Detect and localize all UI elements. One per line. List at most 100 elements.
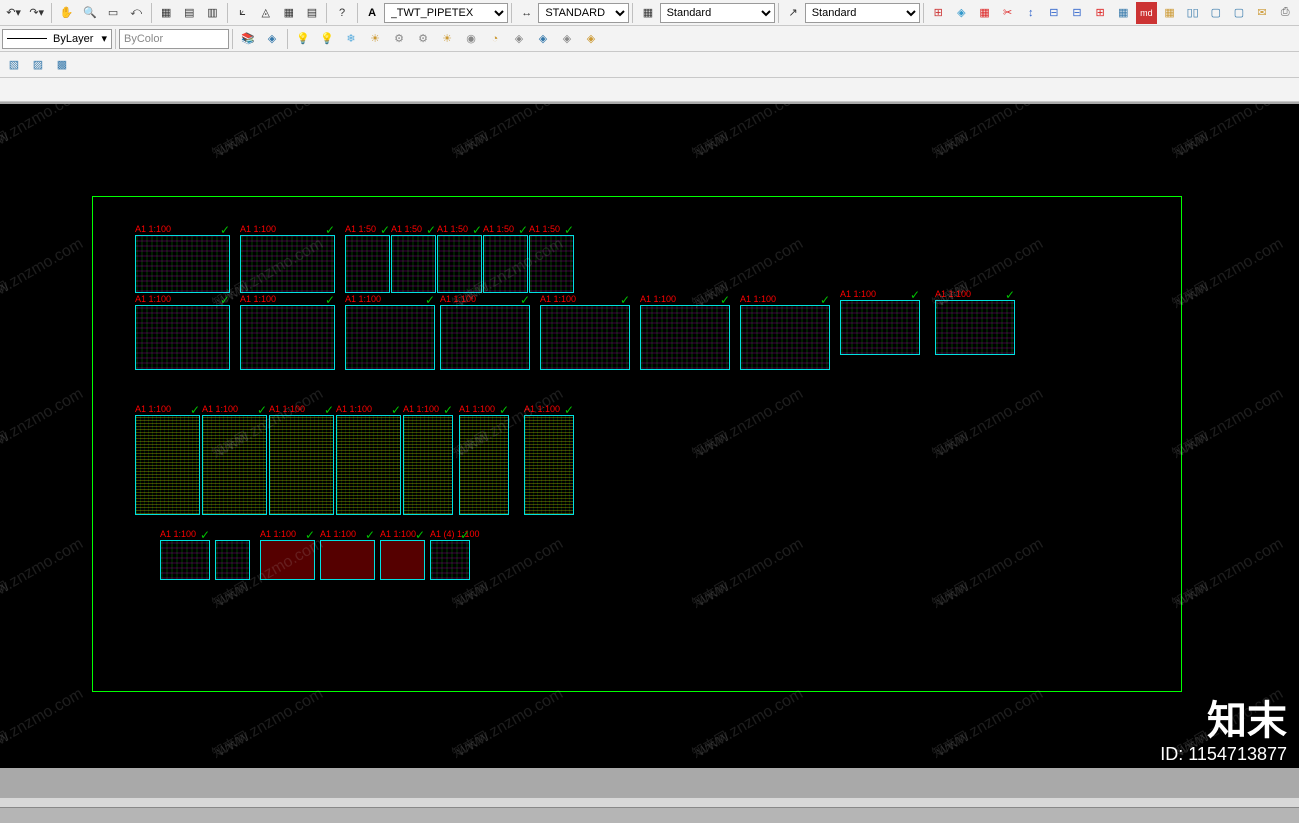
drawing-thumbnail[interactable] [240,305,335,370]
drawing-scale-label: A1 1:50 [345,224,376,234]
drawing-thumbnail[interactable] [135,305,230,370]
calc-icon[interactable]: ▦ [278,2,299,24]
watermark-brand: 知末网 [0,576,11,612]
drawing-thumbnail[interactable] [640,305,730,370]
layer-iso-icon[interactable]: ☀ [436,28,458,50]
lineweight-select[interactable]: ByLayer ▾ [2,29,112,49]
drawing-thumbnail[interactable] [459,415,509,515]
drawing-thumbnail[interactable] [320,540,375,580]
color-select[interactable]: ByColor [119,29,229,49]
layer-prev-icon[interactable]: ◔ [484,28,506,50]
drawing-thumbnail[interactable] [483,235,528,293]
pan-icon[interactable]: ✋ [56,2,77,24]
drawing-scale-label: A1 1:100 [524,404,560,414]
t14-icon[interactable]: ▢ [1228,2,1249,24]
dimstyle-icon[interactable]: ↔ [516,2,537,24]
model-space-canvas[interactable]: A1 1:100✓A1 1:100✓A1 1:50✓A1 1:50✓A1 1:5… [0,104,1299,768]
undo-dropdown-icon[interactable]: ↶▾ [3,2,24,24]
t10-icon[interactable]: md [1136,2,1157,24]
t13-icon[interactable]: ▢ [1205,2,1226,24]
layer-walk-icon[interactable]: ◈ [508,28,530,50]
t5-icon[interactable]: ↕ [1020,2,1041,24]
props-icon[interactable]: ▦ [156,2,177,24]
dimstyle-select[interactable]: STANDARD [538,3,629,23]
toolpalettes-icon[interactable]: ▥ [202,2,223,24]
layer-merge-icon[interactable]: ◈ [532,28,554,50]
help-icon[interactable]: ? [331,2,352,24]
layer-off-icon[interactable]: 💡 [316,28,338,50]
redo-dropdown-icon[interactable]: ↷▾ [26,2,47,24]
group-edit-icon[interactable]: ▨ [27,54,49,76]
tablestyle-select[interactable]: Standard [660,3,775,23]
t4-icon[interactable]: ✂ [997,2,1018,24]
toolbar-blank [0,78,1299,102]
check-icon: ✓ [380,223,390,237]
drawing-thumbnail[interactable] [391,235,436,293]
drawing-thumbnail[interactable] [135,235,230,293]
drawing-thumbnail[interactable] [160,540,210,580]
watermark-brand: 知末网 [688,126,731,162]
drawing-thumbnail[interactable] [403,415,453,515]
measure-icon[interactable]: ⟀ [232,2,253,24]
watermark-text: www.znzmo.com [0,385,86,461]
layer-states-icon[interactable]: ◈ [261,28,283,50]
layer-manager-icon[interactable]: 📚 [237,28,259,50]
zoom-window-icon[interactable]: ▭ [102,2,123,24]
drawing-thumbnail[interactable] [345,235,390,293]
t9-icon[interactable]: ▦ [1113,2,1134,24]
mleaderstyle-icon[interactable]: ↗ [783,2,804,24]
watermark-brand: 知末网 [448,126,491,162]
drawing-thumbnail[interactable] [840,300,920,355]
layer-delete-icon[interactable]: ◈ [556,28,578,50]
table-icon[interactable]: ▤ [301,2,322,24]
zoom-realtime-icon[interactable]: 🔍 [79,2,100,24]
drawing-thumbnail[interactable] [345,305,435,370]
t2-icon[interactable]: ◈ [951,2,972,24]
drawing-thumbnail[interactable] [135,415,200,515]
group-create-icon[interactable]: ▧ [3,54,25,76]
drawing-thumbnail[interactable] [336,415,401,515]
drawing-thumbnail[interactable] [202,415,267,515]
t1-icon[interactable]: ⊞ [928,2,949,24]
t6-icon[interactable]: ⊟ [1043,2,1064,24]
layer-match-icon[interactable]: ◉ [460,28,482,50]
drawing-thumbnail[interactable] [740,305,830,370]
drawing-thumbnail[interactable] [935,300,1015,355]
t12-icon[interactable]: ▯▯ [1182,2,1203,24]
drawing-thumbnail[interactable] [430,540,470,580]
layer-on-icon[interactable]: 💡 [292,28,314,50]
drawing-thumbnail[interactable] [240,235,335,293]
layer-copy-icon[interactable]: ◈ [580,28,602,50]
textstyle-icon[interactable]: A [362,2,383,24]
mleaderstyle-select[interactable]: Standard [805,3,920,23]
group-ungroup-icon[interactable]: ▩ [51,54,73,76]
zoom-previous-icon[interactable]: ⤺ [126,2,147,24]
t11-icon[interactable]: ▦ [1159,2,1180,24]
drawing-thumbnail[interactable] [380,540,425,580]
drawing-thumbnail[interactable] [437,235,482,293]
mail-icon[interactable]: ✉ [1251,2,1272,24]
drawing-thumbnail[interactable] [269,415,334,515]
drawing-thumbnail[interactable] [215,540,250,580]
check-icon: ✓ [220,293,230,307]
horizontal-scrollbar[interactable] [0,797,1299,807]
sheetset-icon[interactable]: ▤ [179,2,200,24]
t8-icon[interactable]: ⊞ [1090,2,1111,24]
watermark-text: www.znzmo.com [1174,535,1287,611]
layer-unlock-icon[interactable]: ⚙ [412,28,434,50]
print-icon[interactable]: ⎙ [1275,2,1296,24]
tablestyle-icon[interactable]: ▦ [637,2,658,24]
drawing-thumbnail[interactable] [529,235,574,293]
grid-icon[interactable]: ▦ [974,2,995,24]
drawing-thumbnail[interactable] [540,305,630,370]
drawing-thumbnail[interactable] [524,415,574,515]
textstyle-select[interactable]: _TWT_PIPETEX [384,3,509,23]
qselect-icon[interactable]: ◬ [255,2,276,24]
drawing-thumbnail[interactable] [440,305,530,370]
t7-icon[interactable]: ⊟ [1066,2,1087,24]
layer-thaw-icon[interactable]: ☀ [364,28,386,50]
drawing-thumbnail[interactable] [260,540,315,580]
watermark-text: www.znzmo.com [0,535,86,611]
layer-lock-icon[interactable]: ⚙ [388,28,410,50]
layer-freeze-icon[interactable]: ❄ [340,28,362,50]
